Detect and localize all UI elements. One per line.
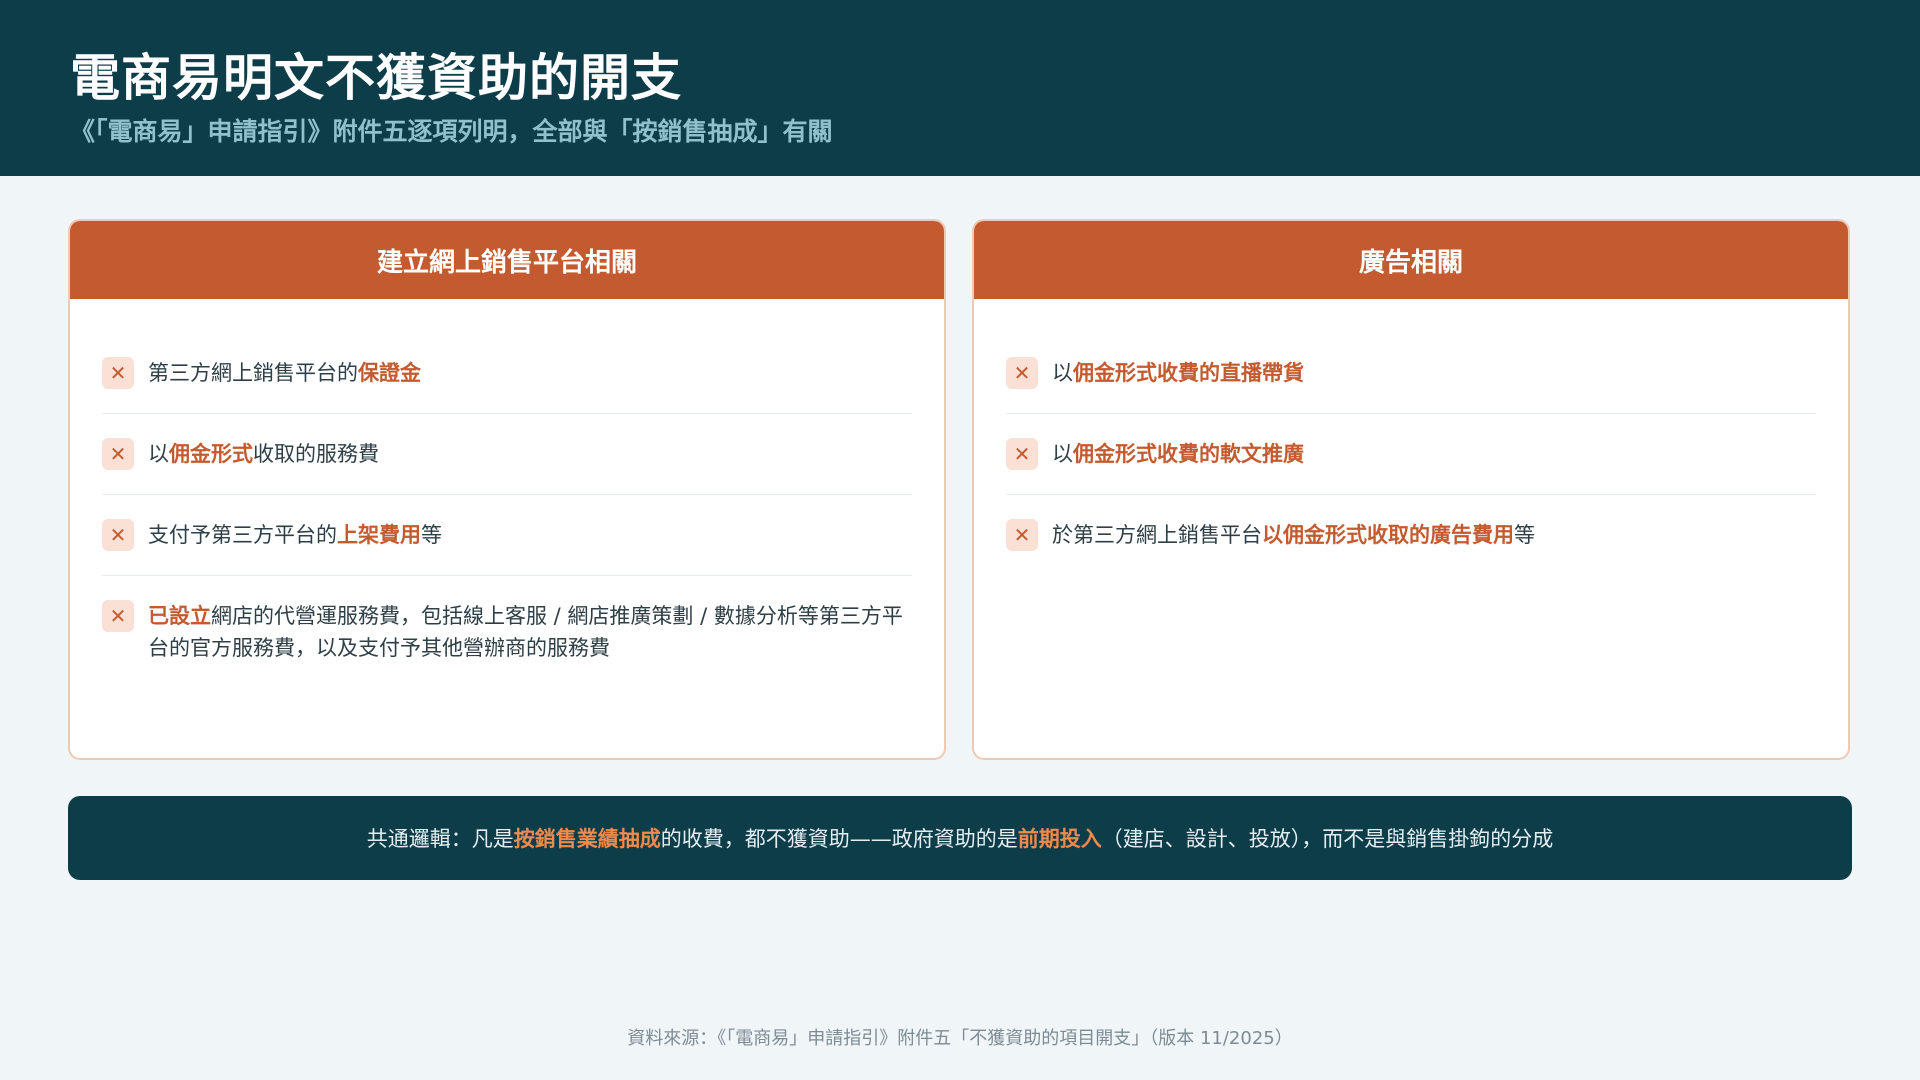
banner-text: 共通邏輯：凡是	[366, 827, 514, 851]
item-text: 支付予第三方平台的上架費用等	[148, 523, 442, 547]
page-title: 電商易明文不獲資助的開支	[70, 49, 682, 107]
close-x-icon: ✕	[102, 438, 134, 470]
source-note: 資料來源：《「電商易」申請指引》附件五「不獲資助的項目開支」（版本 11/202…	[627, 1028, 1293, 1049]
item-text: 以佣金形式收費的軟文推廣	[1052, 442, 1304, 466]
banner-text: （建店、設計、投放），而不是與銷售掛鉤的分成	[1101, 827, 1554, 851]
banner-highlight: 前期投入	[1017, 827, 1102, 851]
list-item: ✕ 第三方網上銷售平台的保證金	[102, 333, 912, 414]
card-list: ✕ 第三方網上銷售平台的保證金 ✕ 以佣金形式收取的服務費 ✕ 支付予第三方平台…	[70, 299, 944, 688]
item-text: 以佣金形式收取的服務費	[148, 442, 379, 466]
list-item: ✕ 支付予第三方平台的上架費用等	[102, 495, 912, 576]
close-x-icon: ✕	[102, 519, 134, 551]
item-text: 已設立網店的代營運服務費，包括線上客服 / 網店推廣策劃 / 數據分析等第三方平…	[148, 604, 903, 660]
page-header: 電商易明文不獲資助的開支 《「電商易」申請指引》附件五逐項列明，全部與「按銷售抽…	[0, 0, 1920, 176]
list-item: ✕ 以佣金形式收費的軟文推廣	[1006, 414, 1816, 495]
item-text: 於第三方網上銷售平台以佣金形式收取的廣告費用等	[1052, 523, 1535, 547]
list-item: ✕ 於第三方網上銷售平台以佣金形式收取的廣告費用等	[1006, 495, 1816, 575]
card-heading: 廣告相關	[974, 221, 1848, 299]
page-subtitle: 《「電商易」申請指引》附件五逐項列明，全部與「按銷售抽成」有關	[70, 117, 833, 146]
close-x-icon: ✕	[1006, 357, 1038, 389]
close-x-icon: ✕	[1006, 438, 1038, 470]
list-item: ✕ 以佣金形式收取的服務費	[102, 414, 912, 495]
item-text: 第三方網上銷售平台的保證金	[148, 361, 421, 385]
close-x-icon: ✕	[102, 600, 134, 632]
list-item: ✕ 以佣金形式收費的直播帶貨	[1006, 333, 1816, 414]
close-x-icon: ✕	[1006, 519, 1038, 551]
common-logic-banner: 共通邏輯：凡是 按銷售業績抽成 的收費，都不獲資助——政府資助的是 前期投入 （建店、設…	[68, 796, 1852, 880]
close-x-icon: ✕	[102, 357, 134, 389]
card-heading: 建立網上銷售平台相關	[70, 221, 944, 299]
platform-expenses-card: 建立網上銷售平台相關 ✕ 第三方網上銷售平台的保證金 ✕ 以佣金形式收取的服務費…	[68, 219, 946, 760]
banner-highlight: 按銷售業績抽成	[513, 827, 661, 851]
item-text: 以佣金形式收費的直播帶貨	[1052, 361, 1304, 385]
banner-text: 的收費，都不獲資助——政府資助的是	[660, 827, 1018, 851]
card-list: ✕ 以佣金形式收費的直播帶貨 ✕ 以佣金形式收費的軟文推廣 ✕ 於第三方網上銷售…	[974, 299, 1848, 575]
list-item: ✕ 已設立網店的代營運服務費，包括線上客服 / 網店推廣策劃 / 數據分析等第三…	[102, 576, 912, 688]
advertising-expenses-card: 廣告相關 ✕ 以佣金形式收費的直播帶貨 ✕ 以佣金形式收費的軟文推廣 ✕ 於第三…	[972, 219, 1850, 760]
